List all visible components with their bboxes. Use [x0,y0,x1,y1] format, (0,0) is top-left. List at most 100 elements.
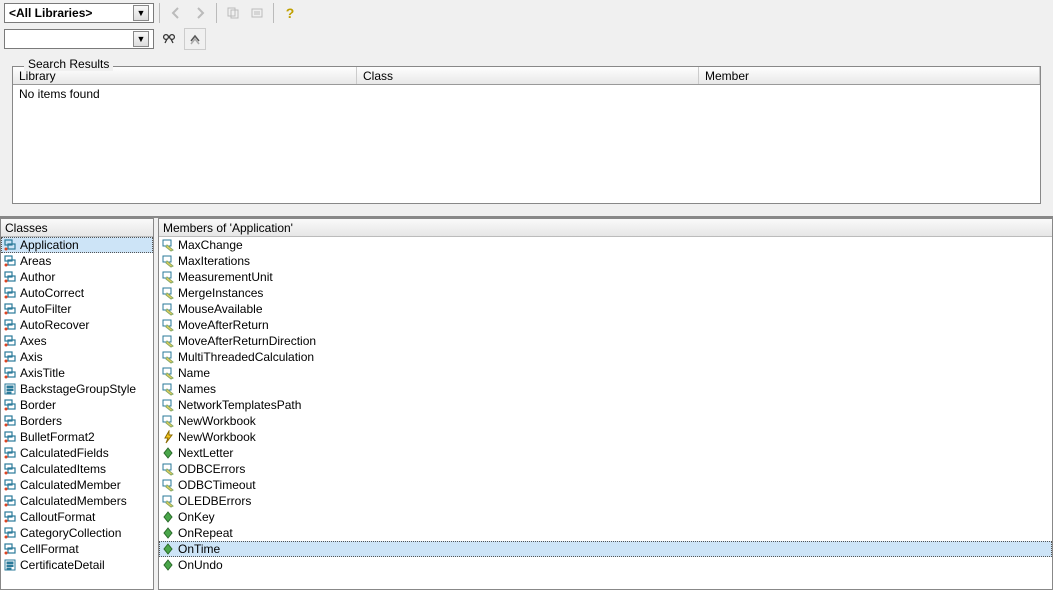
search-results-headers: Library Class Member [13,67,1040,85]
list-item[interactable]: NewWorkbook [159,413,1052,429]
list-item-label: NextLetter [178,446,233,460]
list-item[interactable]: MeasurementUnit [159,269,1052,285]
list-item[interactable]: NetworkTemplatesPath [159,397,1052,413]
list-item-label: CalculatedMembers [20,494,127,508]
list-item[interactable]: Names [159,381,1052,397]
toolbar-row-2: ▼ [0,26,1053,52]
list-item[interactable]: AutoCorrect [1,285,153,301]
copy-icon[interactable] [222,2,244,24]
method-icon [161,446,175,460]
class-icon [3,462,17,476]
list-item[interactable]: BulletFormat2 [1,429,153,445]
list-item[interactable]: OnTime [159,541,1052,557]
list-item[interactable]: CalculatedItems [1,461,153,477]
list-item[interactable]: Axes [1,333,153,349]
property-icon [161,318,175,332]
list-item-label: Author [20,270,55,284]
forward-button[interactable] [189,2,211,24]
members-list[interactable]: MaxChangeMaxIterations MeasurementUnitMer… [159,237,1052,589]
list-item[interactable]: CellFormat [1,541,153,557]
list-item[interactable]: Border [1,397,153,413]
list-item[interactable]: Areas [1,253,153,269]
list-item-label: MeasurementUnit [178,270,273,284]
list-item[interactable]: Axis [1,349,153,365]
list-item-label: AutoRecover [20,318,89,332]
classes-list[interactable]: ApplicationAreasAuthorAutoCorrectAutoFil… [1,237,153,589]
chevron-down-icon[interactable]: ▼ [133,5,149,21]
back-button[interactable] [165,2,187,24]
list-item-label: Application [20,238,79,252]
help-icon[interactable]: ? [279,2,301,24]
toolbar-separator [216,3,217,23]
list-item[interactable]: Application [1,237,153,253]
list-item[interactable]: CategoryCollection [1,525,153,541]
property-icon [161,414,175,428]
list-item[interactable]: CalloutFormat [1,509,153,525]
list-item[interactable]: ODBCErrors [159,461,1052,477]
search-results-table: Library Class Member No items found [12,66,1041,204]
list-item-label: MultiThreadedCalculation [178,350,314,364]
list-item[interactable]: MouseAvailable [159,301,1052,317]
search-results-panel: Search Results Library Class Member No i… [8,56,1045,208]
lower-split: Classes ApplicationAreasAuthorAutoCorrec… [0,216,1053,590]
library-filter-dropdown[interactable]: <All Libraries> ▼ [4,3,154,23]
property-icon [161,254,175,268]
list-item[interactable]: MoveAfterReturn [159,317,1052,333]
view-definition-icon[interactable] [246,2,268,24]
list-item-label: CalculatedFields [20,446,109,460]
class-icon [3,414,17,428]
list-item-label: CalloutFormat [20,510,95,524]
list-item[interactable]: MaxChange [159,237,1052,253]
list-item[interactable]: OLEDBErrors [159,493,1052,509]
list-item[interactable]: Borders [1,413,153,429]
class-icon [3,286,17,300]
list-item-label: NewWorkbook [178,414,256,428]
property-icon [161,270,175,284]
list-item-label: Name [178,366,210,380]
list-item-label: Borders [20,414,62,428]
list-item[interactable]: Author [1,269,153,285]
toggle-results-button[interactable] [184,28,206,50]
list-item-label: OLEDBErrors [178,494,251,508]
list-item[interactable]: BackstageGroupStyle [1,381,153,397]
chevron-down-icon[interactable]: ▼ [133,31,149,47]
class-icon [3,526,17,540]
class-icon [3,318,17,332]
class-icon [3,510,17,524]
list-item[interactable]: Name [159,365,1052,381]
col-header-member[interactable]: Member [699,67,1040,84]
class-icon [3,270,17,284]
class-icon [3,302,17,316]
members-pane: Members of 'Application' MaxChangeMaxIte… [158,218,1053,590]
search-dropdown[interactable]: ▼ [4,29,154,49]
class-icon [3,350,17,364]
list-item-label: Names [178,382,216,396]
list-item[interactable]: MoveAfterReturnDirection [159,333,1052,349]
list-item[interactable]: OnRepeat [159,525,1052,541]
list-item[interactable]: CalculatedMembers [1,493,153,509]
list-item[interactable]: ODBCTimeout [159,477,1052,493]
list-item[interactable]: AutoRecover [1,317,153,333]
list-item-label: MaxIterations [178,254,250,268]
list-item[interactable]: AxisTitle [1,365,153,381]
list-item[interactable]: OnKey [159,509,1052,525]
list-item-label: BackstageGroupStyle [20,382,136,396]
search-button[interactable] [158,28,180,50]
list-item[interactable]: MultiThreadedCalculation [159,349,1052,365]
list-item[interactable]: CalculatedMember [1,477,153,493]
list-item[interactable]: AutoFilter [1,301,153,317]
toolbar-separator [273,3,274,23]
class-icon [3,446,17,460]
list-item-label: NetworkTemplatesPath [178,398,301,412]
list-item[interactable]: NewWorkbook [159,429,1052,445]
list-item[interactable]: CalculatedFields [1,445,153,461]
method-icon [161,542,175,556]
list-item[interactable]: MaxIterations [159,253,1052,269]
list-item[interactable]: MergeInstances [159,285,1052,301]
list-item[interactable]: CertificateDetail [1,557,153,573]
list-item-label: MouseAvailable [178,302,263,316]
toolbar-row-1: <All Libraries> ▼ ? [0,0,1053,26]
col-header-class[interactable]: Class [357,67,699,84]
list-item[interactable]: NextLetter [159,445,1052,461]
list-item[interactable]: OnUndo [159,557,1052,573]
